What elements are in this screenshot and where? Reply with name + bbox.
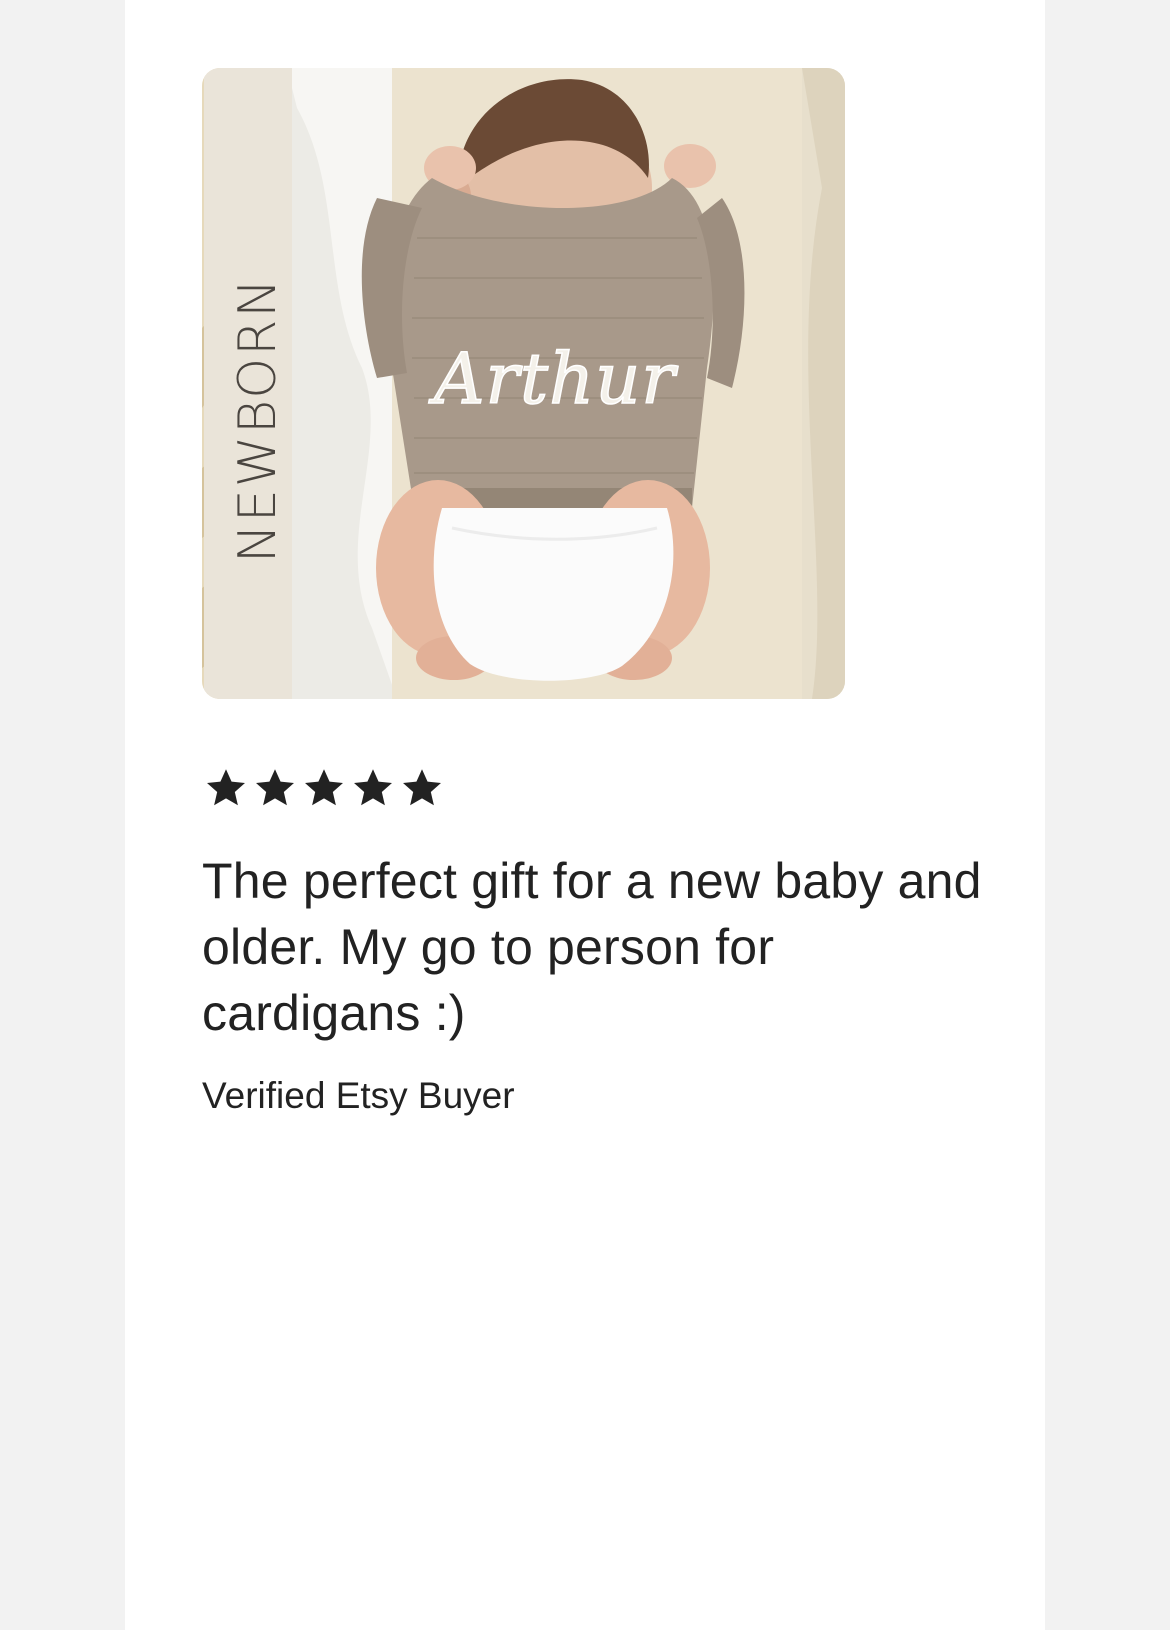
- star-rating: [203, 765, 445, 811]
- star-icon: [403, 769, 441, 806]
- star-icon: [305, 769, 343, 806]
- review-card: NEWBORN Arthur The perfect gift for a ne…: [125, 0, 1045, 1630]
- star-icon: [354, 769, 392, 806]
- embroidered-name: Arthur: [428, 338, 678, 420]
- star-icon: [207, 769, 245, 806]
- review-text: The perfect gift for a new baby and olde…: [202, 853, 982, 1041]
- baby-cardigan-image: NEWBORN Arthur: [202, 68, 845, 699]
- star-icon: [256, 769, 294, 806]
- reviewer-name: Verified Etsy Buyer: [202, 1075, 515, 1116]
- newborn-banner-text: NEWBORN: [228, 277, 288, 563]
- review-photo[interactable]: NEWBORN Arthur: [202, 68, 845, 699]
